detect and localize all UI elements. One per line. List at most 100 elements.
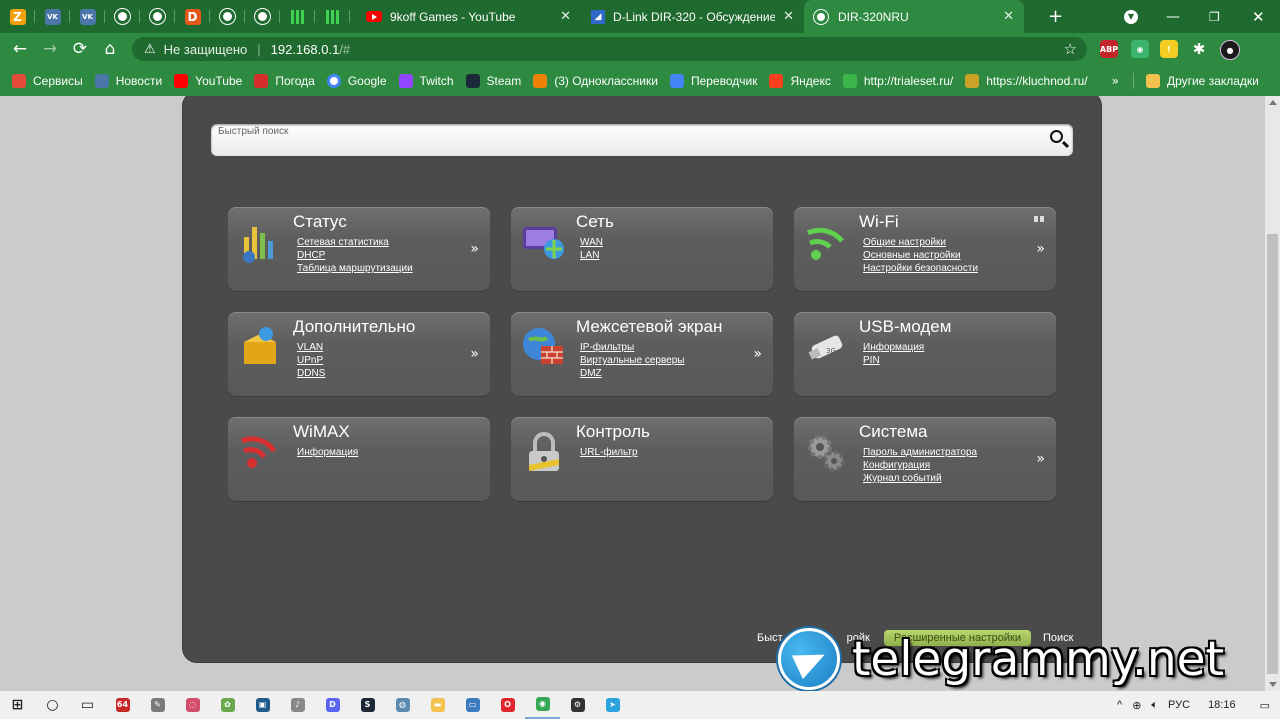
taskbar-app[interactable]: ♪ [280,691,315,719]
bookmark-item[interactable]: Twitch [398,73,454,88]
address-bar[interactable]: ⚠ Не защищено | 192.168.0.1/# ☆ [132,37,1087,61]
menu-card-8[interactable]: Контроль URL-фильтр [511,417,773,501]
bookmark-item[interactable]: http://trialeset.ru/ [842,73,953,88]
menu-link[interactable]: DMZ [580,367,684,380]
pinned-tab[interactable]: D [175,0,210,33]
menu-card-6[interactable]: 3G USB-модем Информация PIN [794,312,1056,396]
pinned-tab[interactable]: VK [70,0,105,33]
taskbar-app[interactable]: D [315,691,350,719]
bookmark-item[interactable]: Переводчик [669,73,757,88]
menu-link[interactable]: DHCP [297,249,413,262]
more-arrow-icon[interactable]: » [1036,451,1045,467]
scroll-down-icon[interactable] [1269,682,1277,687]
more-arrow-icon[interactable]: » [470,346,479,362]
bookmark-item[interactable]: (3) Одноклассники [533,73,658,88]
menu-link[interactable]: Информация [297,446,358,459]
search-icon[interactable] [1050,130,1063,143]
minimize-button[interactable]: — [1166,0,1180,33]
menu-link[interactable]: Конфигурация [863,459,977,472]
bookmark-item[interactable]: Сервисы [12,73,83,88]
quick-search-input[interactable]: Быстрый поиск [211,124,1073,156]
scrollbar-thumb[interactable] [1267,234,1278,674]
menu-card-5[interactable]: Межсетевой экран IP-фильтры Виртуальные се… [511,312,773,396]
home-button[interactable]: ⌂ [95,39,125,59]
menu-card-7[interactable]: WiMAX Информация [228,417,490,501]
pinned-tab[interactable]: Z [0,0,35,33]
bookmark-item[interactable]: Новости [94,73,162,88]
taskbar-app[interactable]: O [490,691,525,719]
menu-link[interactable]: UPnP [297,354,325,367]
taskbar-app[interactable]: ✿ [210,691,245,719]
maximize-button[interactable]: ❐ [1209,0,1220,33]
bookmark-item[interactable]: YouTube [174,73,242,88]
menu-link[interactable]: URL-фильтр [580,446,638,459]
profile-avatar[interactable]: ● [1220,40,1240,60]
taskbar-app[interactable]: ⚙ [560,691,595,719]
taskbar-app[interactable]: S [350,691,385,719]
taskbar-app[interactable]: ▭ [455,691,490,719]
menu-card-title[interactable]: Контроль [576,422,650,442]
tab-search-button[interactable]: ▼ [1124,0,1138,33]
more-arrow-icon[interactable]: » [470,241,479,257]
taskbar-app[interactable]: ◍ [385,691,420,719]
bookmark-item[interactable]: Яндекс [769,73,831,88]
browser-tab[interactable]: 9koff Games - YouTube ✕ [356,0,581,33]
menu-card-title[interactable]: Сеть [576,212,614,232]
taskbar-app[interactable]: ◌ [175,691,210,719]
taskbar-app[interactable]: ▬ [420,691,455,719]
pinned-tab[interactable] [105,0,140,33]
back-button[interactable]: ← [5,39,35,59]
menu-card-2[interactable]: Сеть WAN LAN [511,207,773,291]
taskbar-app[interactable]: ◉ [525,691,560,719]
other-bookmarks-folder[interactable]: Другие закладки [1145,73,1259,88]
location-icon[interactable]: ◉ [1131,40,1149,58]
taskbar-app[interactable]: ▭ [70,691,105,719]
pinned-tab[interactable] [245,0,280,33]
close-window-button[interactable]: ✕ [1252,0,1265,33]
reload-button[interactable]: ⟳ [65,39,95,59]
menu-card-title[interactable]: Wi-Fi [859,212,899,232]
menu-link[interactable]: DDNS [297,367,325,380]
security-label[interactable]: Не защищено [164,42,248,57]
menu-link[interactable]: Общие настройки [863,236,978,249]
menu-link[interactable]: Основные настройки [863,249,978,262]
taskbar-app[interactable]: ✎ [140,691,175,719]
pinned-tab[interactable] [210,0,245,33]
network-globe-icon[interactable]: ⊕ [1132,699,1141,712]
scroll-up-icon[interactable] [1269,100,1277,105]
tray-chevron-icon[interactable]: ^ [1117,699,1122,711]
pinned-tab[interactable] [280,0,315,33]
menu-card-1[interactable]: Статус Сетевая статистика DHCP Таблица марш… [228,207,490,291]
menu-link[interactable]: WAN [580,236,603,249]
language-indicator[interactable]: РУС [1168,699,1190,711]
bookmark-star-icon[interactable]: ☆ [1064,40,1077,58]
puzzle-icon[interactable]: ✱ [1190,40,1208,58]
menu-card-3[interactable]: Wi-Fi Общие настройки Основные настройки На… [794,207,1056,291]
taskbar-app[interactable]: ○ [35,691,70,719]
more-arrow-icon[interactable]: » [753,346,762,362]
pinned-tab[interactable] [315,0,350,33]
more-arrow-icon[interactable]: » [1036,241,1045,257]
pinned-tab[interactable] [140,0,175,33]
new-tab-button[interactable]: + [1048,0,1068,33]
bookmark-item[interactable]: Погода [254,73,315,88]
menu-card-9[interactable]: Система Пароль администратора Конфигурация… [794,417,1056,501]
menu-card-4[interactable]: Дополнительно VLAN UPnP DDNS » [228,312,490,396]
adblock-icon[interactable]: ABP [1100,40,1118,58]
close-tab-icon[interactable]: ✕ [560,9,571,24]
menu-link[interactable]: IP-фильтры [580,341,684,354]
taskbar-app[interactable]: ⊞ [0,691,35,719]
volume-icon[interactable]: 🔈︎ [1151,699,1158,712]
menu-card-title[interactable]: Межсетевой экран [576,317,722,337]
menu-link[interactable]: Пароль администратора [863,446,977,459]
bookmark-item[interactable]: Google [326,73,387,88]
pager-icon[interactable] [1034,216,1044,222]
url-text[interactable]: 192.168.0.1/# [271,42,351,57]
menu-card-title[interactable]: USB-модем [859,317,951,337]
menu-card-title[interactable]: Система [859,422,927,442]
menu-link[interactable]: Сетевая статистика [297,236,413,249]
taskbar-app[interactable]: ➤ [595,691,630,719]
clock[interactable]: 18:16 [1208,699,1236,711]
taskbar-app[interactable]: 64 [105,691,140,719]
menu-link[interactable]: Журнал событий [863,472,977,485]
